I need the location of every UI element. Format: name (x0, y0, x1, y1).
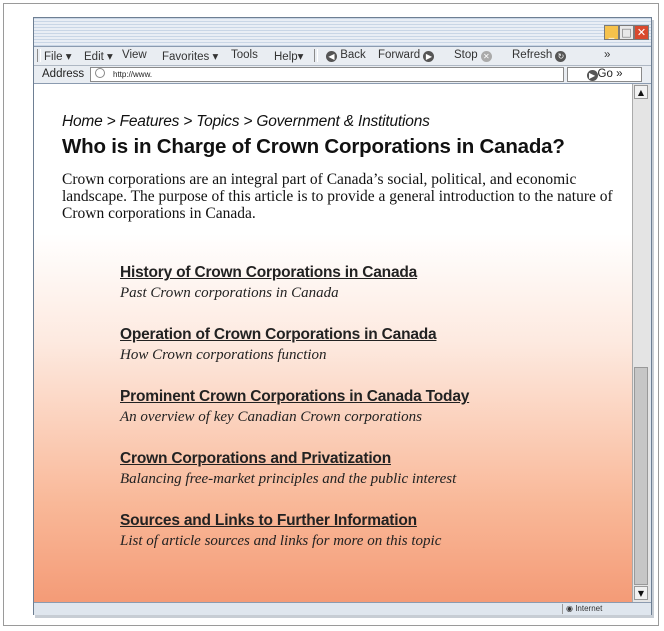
go-label: Go » (597, 68, 623, 80)
section-description: Past Crown corporations in Canada (120, 285, 339, 301)
title-bar: _ □ ✕ (34, 18, 651, 47)
stop-label: Stop (454, 49, 478, 61)
address-url: http://www. (113, 70, 153, 79)
section-link-privatization[interactable]: Crown Corporations and Privatization (120, 450, 456, 468)
refresh-icon: ↻ (555, 51, 567, 62)
section-entry: Crown Corporations and Privatization Bal… (120, 450, 456, 488)
toolbar-grip (37, 49, 41, 62)
section-entry: Operation of Crown Corporations in Canad… (120, 326, 437, 364)
menu-tools[interactable]: Tools (231, 49, 258, 61)
section-link-sources[interactable]: Sources and Links to Further Information (120, 512, 441, 530)
section-link-operation[interactable]: Operation of Crown Corporations in Canad… (120, 326, 437, 344)
stop-icon: ✕ (480, 51, 492, 62)
scroll-up-button[interactable]: ▲ (634, 85, 648, 99)
go-button[interactable]: ▶ Go » (567, 67, 642, 82)
address-bar: Address http://www. ▶ Go » (34, 66, 651, 84)
page-icon (95, 68, 105, 78)
section-link-history[interactable]: History of Crown Corporations in Canada (120, 264, 417, 282)
breadcrumb[interactable]: Home > Features > Topics > Government & … (62, 113, 430, 131)
maximize-button[interactable]: □ (619, 25, 634, 40)
intro-paragraph: Crown corporations are an integral part … (62, 171, 613, 222)
forward-label: Forward (378, 49, 421, 61)
section-link-prominent[interactable]: Prominent Crown Corporations in Canada T… (120, 388, 469, 406)
menu-bar: File ▾ Edit ▾ View Favorites ▾ Tools Hel… (34, 47, 651, 66)
window-controls: _ □ ✕ (604, 25, 649, 40)
forward-button[interactable]: Forward ▶ (378, 49, 435, 62)
browser-window: _ □ ✕ File ▾ Edit ▾ View Favorites ▾ Too… (33, 17, 652, 615)
globe-icon: ◉ (566, 604, 576, 613)
back-label: Back (340, 49, 366, 61)
minimize-button[interactable]: _ (604, 25, 619, 40)
section-entry: Sources and Links to Further Information… (120, 512, 441, 550)
stop-button[interactable]: Stop ✕ (454, 49, 492, 62)
section-entry: History of Crown Corporations in Canada … (120, 264, 417, 302)
status-bar: ◉ Internet (34, 602, 651, 615)
forward-arrow-icon: ▶ (423, 51, 435, 62)
toolbar-overflow-button[interactable]: » (604, 49, 610, 61)
menu-favorites[interactable]: Favorites ▾ (162, 49, 218, 63)
refresh-button[interactable]: Refresh ↻ (512, 49, 567, 62)
security-zone: ◉ Internet (562, 604, 630, 614)
menu-help[interactable]: Help▾ (274, 49, 303, 63)
back-arrow-icon: ◀ (326, 51, 337, 62)
address-label: Address (42, 68, 85, 80)
go-arrow-icon: ▶ (586, 70, 598, 81)
page-content: Home > Features > Topics > Government & … (34, 84, 632, 602)
section-description: List of article sources and links for mo… (120, 533, 442, 549)
section-description: Balancing free-market principles and the… (120, 471, 457, 487)
toolbar-grip (314, 49, 318, 62)
back-button[interactable]: ◀ Back (326, 49, 366, 62)
scroll-thumb[interactable] (634, 367, 648, 585)
menu-edit[interactable]: Edit ▾ (84, 49, 113, 63)
close-button[interactable]: ✕ (634, 25, 649, 40)
menu-view[interactable]: View (122, 49, 147, 61)
menu-file[interactable]: File ▾ (44, 49, 72, 63)
section-description: An overview of key Canadian Crown corpor… (120, 409, 422, 425)
address-input[interactable]: http://www. (90, 67, 564, 82)
zone-label: Internet (575, 604, 603, 613)
scroll-down-button[interactable]: ▼ (634, 586, 648, 600)
refresh-label: Refresh (512, 49, 553, 61)
page-title: Who is in Charge of Crown Corporations i… (62, 135, 565, 158)
section-description: How Crown corporations function (120, 347, 327, 363)
vertical-scrollbar[interactable]: ▲ ▼ (632, 84, 650, 602)
section-entry: Prominent Crown Corporations in Canada T… (120, 388, 469, 426)
